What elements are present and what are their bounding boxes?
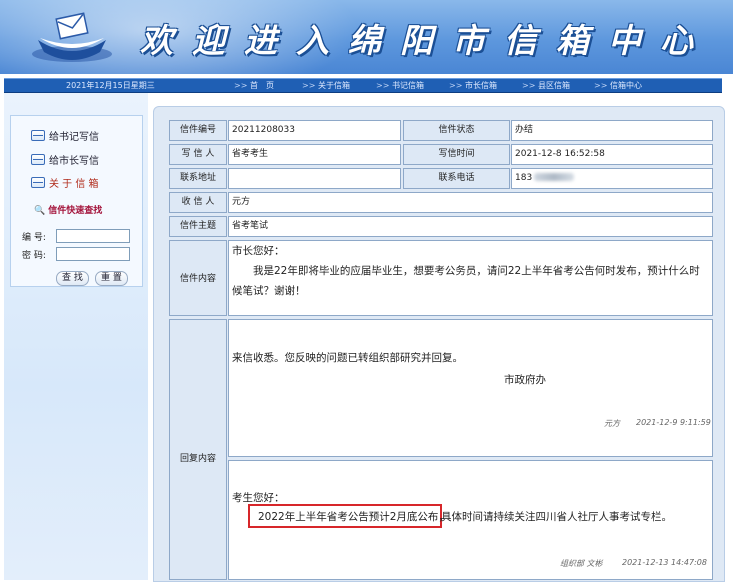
reply-first-text: 来信收悉。您反映的问题已转组织部研究并回复。 — [232, 352, 463, 364]
writer-label: 写 信 人 — [169, 144, 227, 165]
envelope-icon — [31, 154, 45, 165]
sidebar-panel: 给书记写信 给市长写信 关 于 信 箱 — [10, 115, 143, 287]
content-label: 信件内容 — [169, 240, 227, 316]
write-time-value: 2021-12-8 16:52:58 — [511, 144, 713, 165]
nav-county-mailbox[interactable]: 县区信箱 — [522, 79, 570, 92]
recipient-label: 收 信 人 — [169, 192, 227, 213]
quick-search-label: 信件快速查找 — [48, 206, 103, 216]
content-body: 我是22年即将毕业的应届毕业生，想要考公务员，请问22上半年省考公告何时发布，预… — [232, 265, 700, 297]
envelope-icon — [31, 130, 45, 141]
reply-first-cell: 来信收悉。您反映的问题已转组织部研究并回复。 市政府办 元方 2021-12-9… — [228, 319, 713, 457]
reply-first-time: 2021-12-9 9:11:59 — [636, 418, 711, 427]
reply-second-highlight: 2022年上半年省考公告预计2月底公布， — [258, 511, 449, 523]
subject-value: 省考笔试 — [228, 216, 713, 237]
current-date: 2021年12月15日星期三 — [66, 81, 155, 90]
redacted-mask — [534, 173, 575, 181]
write-time-label: 写信时间 — [403, 144, 510, 165]
reply-label: 回复内容 — [169, 319, 227, 580]
reply-second-greeting: 考生您好： — [232, 492, 285, 504]
subject-label: 信件主题 — [169, 216, 227, 237]
content-greeting: 市长您好： — [232, 245, 285, 257]
top-nav-bar: 2021年12月15日星期三 首 页 关于信箱 书记信箱 市长信箱 县区信箱 信… — [4, 78, 722, 93]
content-text: 市长您好： 我是22年即将毕业的应届毕业生，想要考公务员，请问22上半年省考公告… — [232, 241, 710, 301]
number-label: 编 号: — [22, 233, 46, 243]
reply-first-from: 市政府办 — [504, 374, 546, 386]
reply-second-rest: 具体时间请持续关注四川省人社厅人事考试专栏。 — [441, 511, 672, 523]
nav-home[interactable]: 首 页 — [234, 79, 274, 92]
letter-status-label: 信件状态 — [403, 120, 510, 141]
header-banner: 欢迎进入绵阳市信箱中心 — [0, 0, 733, 74]
left-sidebar: 给书记写信 给市长写信 关 于 信 箱 🔍 信件快速查找 编 号: 密 码: 查 … — [4, 93, 148, 580]
reply-second-signature: 组织部 文彬 — [560, 559, 603, 568]
mailbox-logo-icon — [32, 12, 112, 62]
link-label: 给市长写信 — [49, 156, 99, 167]
link-label: 关 于 信 箱 — [49, 179, 99, 190]
content-cell: 市长您好： 我是22年即将毕业的应届毕业生，想要考公务员，请问22上半年省考公告… — [228, 240, 713, 316]
site-title: 欢迎进入绵阳市信箱中心 — [140, 21, 712, 60]
letter-status-value: 办结 — [511, 120, 713, 141]
nav-mayor-mailbox[interactable]: 市长信箱 — [449, 79, 497, 92]
write-to-mayor-link[interactable]: 给市长写信 — [31, 152, 99, 167]
letter-number-label: 信件编号 — [169, 120, 227, 141]
phone-value: 183 — [515, 173, 533, 183]
reply-second-cell: 考生您好： 2022年上半年省考公告预计2月底公布， 具体时间请持续关注四川省人… — [228, 460, 713, 580]
recipient-value: 元方 — [228, 192, 713, 213]
quick-search-title: 🔍 信件快速查找 — [34, 203, 102, 216]
reply-second-time: 2021-12-13 14:47:08 — [622, 558, 707, 567]
reset-button[interactable]: 重 置 — [95, 271, 128, 286]
phone-label: 联系电话 — [403, 168, 510, 189]
write-to-secretary-link[interactable]: 给书记写信 — [31, 128, 99, 143]
letter-number-value: 20211208033 — [228, 120, 401, 141]
nav-secretary-mailbox[interactable]: 书记信箱 — [376, 79, 424, 92]
writer-value: 省考考生 — [228, 144, 401, 165]
password-label: 密 码: — [22, 251, 46, 261]
magnifier-icon: 🔍 — [34, 206, 46, 216]
link-label: 给书记写信 — [49, 132, 99, 143]
letter-number-input[interactable] — [56, 229, 130, 243]
reply-first-signature: 元方 — [604, 419, 620, 428]
nav-about-mailbox[interactable]: 关于信箱 — [302, 79, 350, 92]
address-label: 联系地址 — [169, 168, 227, 189]
address-value — [228, 168, 401, 189]
envelope-icon — [31, 177, 45, 188]
search-button[interactable]: 查 找 — [56, 271, 89, 286]
phone-cell: 183 — [511, 168, 713, 189]
nav-mailbox-center[interactable]: 信箱中心 — [594, 79, 642, 92]
password-input[interactable] — [56, 247, 130, 261]
about-mailbox-link[interactable]: 关 于 信 箱 — [31, 175, 99, 190]
